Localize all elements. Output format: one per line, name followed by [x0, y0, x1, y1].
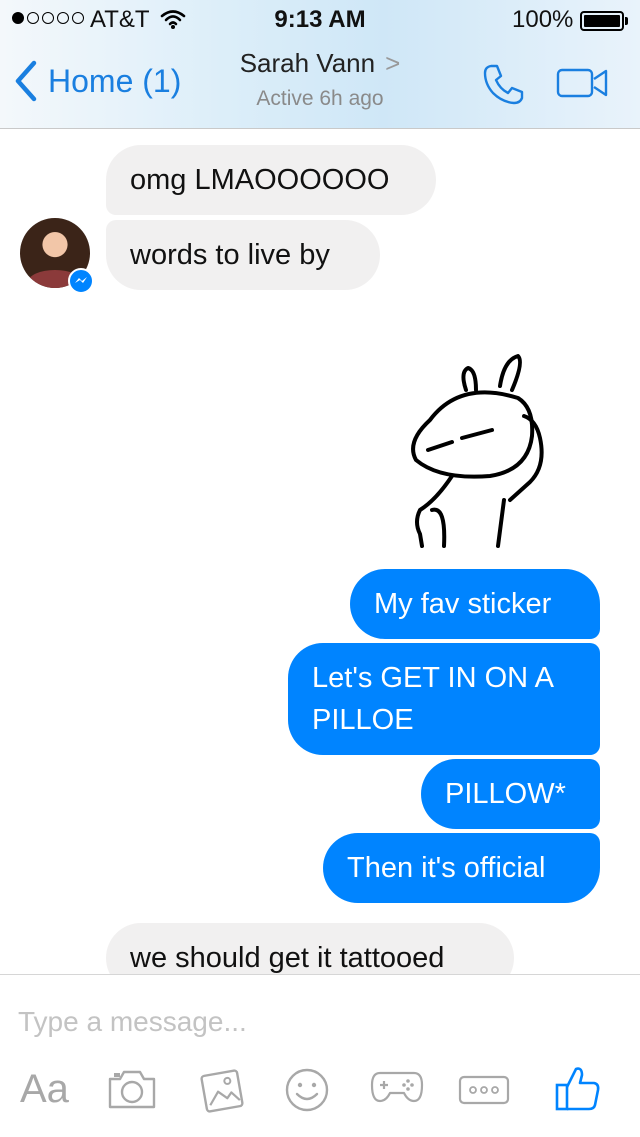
messenger-badge-icon: [68, 268, 94, 294]
video-camera-icon: [556, 68, 608, 98]
like-icon[interactable]: [554, 1063, 602, 1118]
phone-call-button[interactable]: [482, 62, 526, 111]
message-bubble-outgoing[interactable]: PILLOW*: [421, 759, 600, 829]
gallery-icon[interactable]: [198, 1067, 246, 1120]
contact-info[interactable]: Sarah Vann > Active 6h ago: [0, 48, 640, 111]
message-bubble-incoming[interactable]: omg LMAOOOOOO: [106, 145, 436, 215]
message-bubble-outgoing[interactable]: Then it's official: [323, 833, 600, 903]
battery-icon: [580, 11, 624, 31]
message-bubble-outgoing[interactable]: Let's GET IN ON A PILLOE: [288, 643, 600, 755]
camera-icon[interactable]: [106, 1067, 158, 1116]
battery-tip: [625, 17, 628, 25]
phone-icon: [483, 64, 524, 105]
emoji-icon[interactable]: [284, 1067, 330, 1118]
message-composer: Aa: [0, 974, 640, 1137]
message-bubble-outgoing[interactable]: My fav sticker: [350, 569, 600, 639]
text-format-icon[interactable]: Aa: [20, 1067, 69, 1112]
more-icon[interactable]: [458, 1075, 510, 1110]
conversation-header: AT&T 9:13 AM 100% Home (1) Sarah Vann > A…: [0, 0, 640, 129]
chevron-right-icon: >: [385, 48, 401, 78]
contact-name: Sarah Vann: [239, 48, 376, 78]
video-call-button[interactable]: [556, 66, 610, 105]
message-input[interactable]: [16, 993, 620, 1051]
battery-percentage: 100%: [512, 6, 574, 33]
games-icon[interactable]: [370, 1067, 424, 1112]
bunny-sticker[interactable]: [400, 350, 560, 565]
contact-active-status: Active 6h ago: [256, 87, 384, 110]
message-bubble-incoming[interactable]: words to live by: [106, 220, 380, 290]
bunny-sticker-icon: [411, 354, 544, 548]
status-bar: AT&T 9:13 AM 100%: [0, 0, 640, 40]
